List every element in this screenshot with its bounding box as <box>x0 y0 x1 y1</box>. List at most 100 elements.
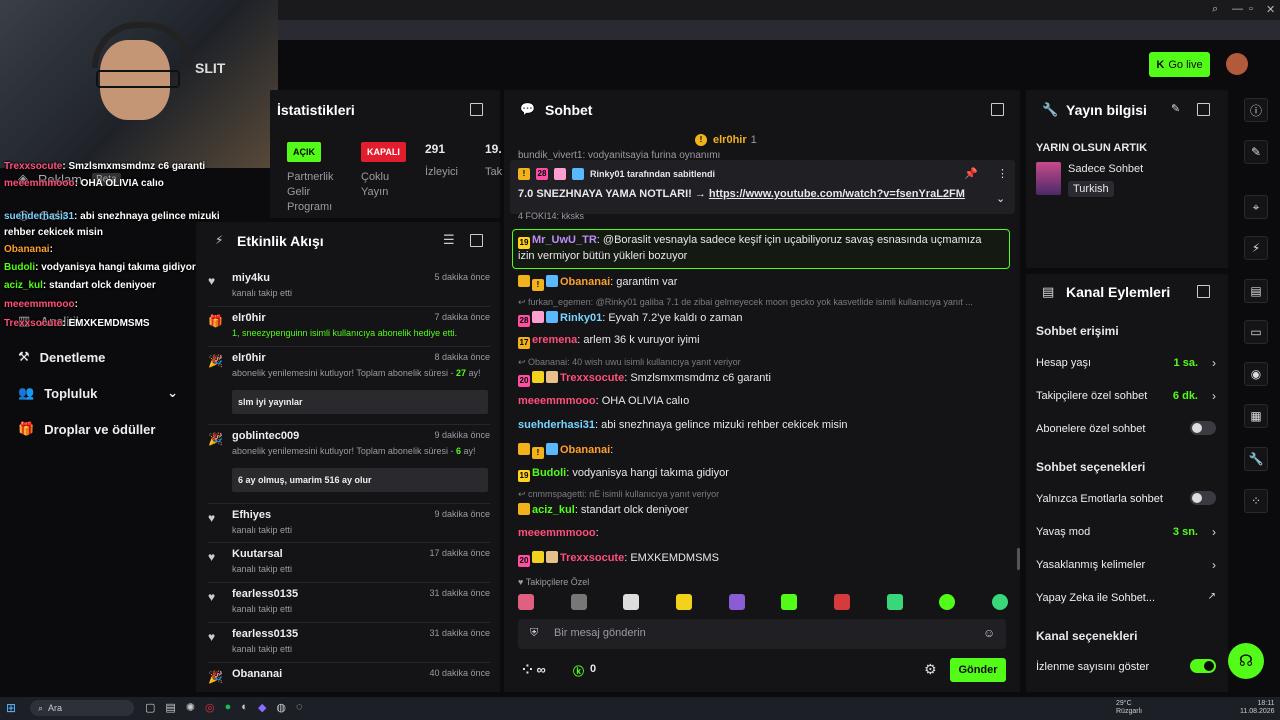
chat-username[interactable]: Trexxsocute <box>560 372 624 384</box>
chat-username[interactable]: eremena <box>532 334 577 346</box>
chat-username[interactable]: Trexxsocute <box>560 552 624 564</box>
divider <box>208 542 490 543</box>
emote[interactable] <box>991 594 1008 610</box>
spotify-icon[interactable]: ● <box>225 701 232 714</box>
dots-icon[interactable]: ⁘ <box>1244 489 1268 513</box>
go-live-button[interactable]: K Go live <box>1149 52 1210 77</box>
sidebar-item-topluluk[interactable]: 👥 Topluluk ⌄ <box>18 385 178 401</box>
filter-icon[interactable]: ☰ <box>443 232 455 248</box>
chat-reply-context: ↩ cnmmspagetti: nE isimli kullanıcıya ya… <box>518 489 720 499</box>
sidebar-item-droplar[interactable]: 🎁 Droplar ve ödüller <box>18 421 155 437</box>
activity-username[interactable]: fearless0135 <box>232 588 298 600</box>
slow-mode-setting[interactable]: Yavaş mod 3 sn. › <box>1036 525 1216 539</box>
user-avatar[interactable] <box>1226 53 1248 75</box>
expand-icon[interactable] <box>470 103 483 116</box>
chat-scrollbar[interactable] <box>1017 548 1020 570</box>
chat-username[interactable]: Rinky01 <box>560 312 602 324</box>
activity-username[interactable]: Kuutarsal <box>232 548 283 560</box>
more-icon[interactable]: ⋮ <box>997 167 1008 180</box>
close-icon[interactable]: ✕ <box>1266 3 1275 16</box>
send-button[interactable]: Gönder <box>950 658 1006 682</box>
emote[interactable] <box>675 594 692 610</box>
overlay-chat-line: meeemmmooo: <box>4 299 78 310</box>
emote[interactable] <box>781 594 798 610</box>
chat-username[interactable]: meeemmmooo <box>518 395 596 407</box>
account-age-setting[interactable]: Hesap yaşı 1 sa. › <box>1036 356 1216 370</box>
steam-icon[interactable]: ◍ <box>276 701 286 714</box>
lightning-icon[interactable]: ⚡ <box>1244 236 1268 260</box>
weather-widget[interactable]: 29°C Rüzgarlı <box>1116 700 1142 716</box>
webcam-overlay: SLIT <box>0 0 278 168</box>
category-thumbnail[interactable] <box>1036 162 1061 195</box>
info-icon[interactable]: ⓘ <box>1244 98 1268 122</box>
chat-username[interactable]: meeemmmooo <box>518 527 596 539</box>
expand-icon[interactable] <box>991 103 1004 116</box>
broadcast-icon[interactable]: ◉ <box>1244 362 1268 386</box>
emote[interactable] <box>939 594 956 610</box>
banned-words-setting[interactable]: Yasaklanmış kelimeler › <box>1036 558 1216 572</box>
document-icon[interactable]: ▤ <box>1244 279 1268 303</box>
browser-address-bar[interactable] <box>278 20 1280 40</box>
ai-chat-setting[interactable]: Yapay Zeka ile Sohbet... ↗ <box>1036 591 1216 604</box>
chevron-right-icon: › <box>1212 356 1216 370</box>
activity-username[interactable]: elr0hir <box>232 312 266 324</box>
clock[interactable]: 18:11 11.08.2026 <box>1240 700 1275 716</box>
wrench-icon[interactable]: 🔧 <box>1244 447 1268 471</box>
sidebar-item-denetleme[interactable]: ⚒ Denetleme <box>18 349 105 365</box>
chevron-down-icon[interactable]: ⌄ <box>996 192 1005 205</box>
points-indicator[interactable]: ⁘ ∞ <box>522 662 546 678</box>
chat-icon[interactable]: ▭ <box>1244 320 1268 344</box>
chat-username[interactable]: aciz_kul <box>532 504 575 516</box>
kick-header <box>278 40 1280 90</box>
activity-username[interactable]: elr0hir <box>232 352 266 364</box>
headset-support-icon[interactable]: ☊ <box>1228 643 1264 679</box>
expand-icon[interactable] <box>470 234 483 247</box>
activity-username[interactable]: Efhiyes <box>232 509 271 521</box>
folder-icon[interactable]: ▤ <box>165 701 175 714</box>
emote[interactable] <box>833 594 850 610</box>
opera-icon[interactable]: ◎ <box>205 701 215 714</box>
followers-chat-setting[interactable]: Takipçilere özel sohbet 6 dk. › <box>1036 389 1216 403</box>
pin-icon[interactable]: 📌 <box>964 167 978 180</box>
expand-icon[interactable] <box>1197 103 1210 116</box>
expand-icon[interactable] <box>1197 285 1210 298</box>
minimize-icon[interactable]: — <box>1232 3 1243 15</box>
category-name[interactable]: Sadece Sohbet <box>1068 163 1143 175</box>
emote[interactable] <box>623 594 640 610</box>
show-views-toggle[interactable] <box>1190 659 1216 673</box>
activity-username[interactable]: goblintec009 <box>232 430 299 442</box>
chat-username[interactable]: suehderhasi31 <box>518 419 595 431</box>
emote[interactable] <box>886 594 903 610</box>
chat-username[interactable]: Obananai <box>560 276 610 288</box>
chat-input[interactable]: Bir mesaj gönderin <box>554 627 646 639</box>
emoji-icon[interactable]: ☺ <box>983 626 995 640</box>
followers-count: 19. <box>485 142 502 156</box>
subs-chat-toggle[interactable] <box>1190 421 1216 435</box>
chat-username[interactable]: Obananai <box>560 444 610 456</box>
pencil-icon[interactable]: ✎ <box>1244 140 1268 164</box>
chat-username[interactable]: Budoli <box>532 467 566 479</box>
emote[interactable] <box>570 594 587 610</box>
windows-start-icon[interactable]: ⊞ <box>6 701 16 715</box>
app-icon[interactable]: ◌ <box>296 701 303 714</box>
emote[interactable] <box>518 594 534 610</box>
activity-username[interactable]: miy4ku <box>232 272 270 284</box>
crosshair-icon[interactable]: ⌖ <box>1244 195 1268 219</box>
app-icon[interactable]: ◆ <box>258 701 266 714</box>
search-icon[interactable]: ⌕ <box>1212 3 1218 16</box>
taskview-icon[interactable]: ▢ <box>145 701 155 714</box>
emote-only-toggle[interactable] <box>1190 491 1216 505</box>
gear-icon[interactable]: ⚙ <box>924 661 937 678</box>
pinned-link[interactable]: https://www.youtube.com/watch?v=fsenYraL… <box>709 188 965 200</box>
app-icon[interactable]: ◐ <box>241 701 248 714</box>
activity-username[interactable]: Obananai <box>232 668 282 680</box>
pencil-icon[interactable]: ✎ <box>1171 102 1180 115</box>
activity-username[interactable]: fearless0135 <box>232 628 298 640</box>
taskbar-search[interactable]: ⌕ Ara <box>30 700 134 716</box>
app-icon[interactable]: ✺ <box>186 701 195 714</box>
maximize-icon[interactable]: ▫ <box>1249 3 1253 15</box>
emote[interactable] <box>728 594 745 610</box>
hammer-icon: ⚒ <box>18 349 30 364</box>
kick-points[interactable]: ⓚ 0 <box>573 663 596 679</box>
layout-icon[interactable]: ▦ <box>1244 404 1268 428</box>
